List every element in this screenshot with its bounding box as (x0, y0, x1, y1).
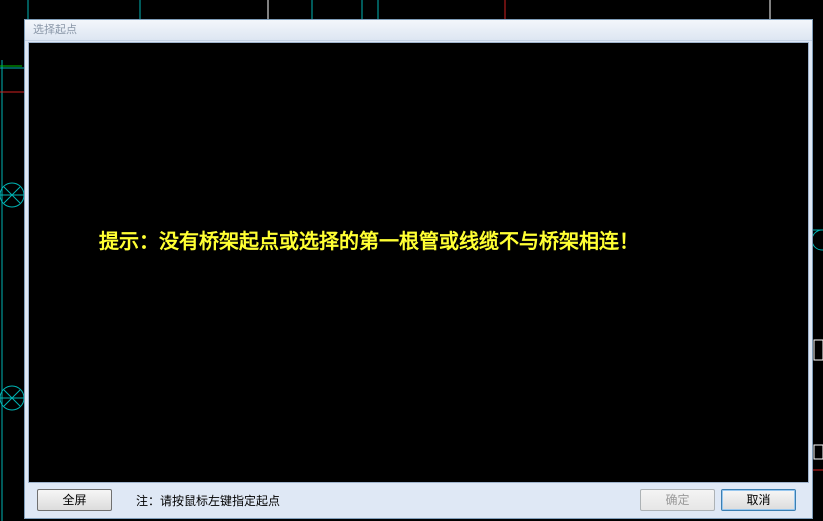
preview-canvas[interactable]: 提示：没有桥架起点或选择的第一根管或线缆不与桥架相连！ (28, 42, 809, 483)
ok-button[interactable]: 确定 (640, 489, 715, 511)
fullscreen-button[interactable]: 全屏 (37, 489, 112, 511)
hint-message: 提示：没有桥架起点或选择的第一根管或线缆不与桥架相连！ (99, 229, 639, 253)
cancel-button[interactable]: 取消 (721, 489, 796, 511)
select-start-point-dialog: 选择起点 提示：没有桥架起点或选择的第一根管或线缆不与桥架相连！ 全屏 注：请按… (24, 19, 813, 519)
instruction-note: 注：请按鼠标左键指定起点 (136, 494, 281, 508)
dialog-titlebar[interactable]: 选择起点 (25, 20, 812, 41)
dialog-title: 选择起点 (33, 23, 77, 36)
dialog-footer: 全屏 注：请按鼠标左键指定起点 确定 取消 (25, 485, 812, 518)
